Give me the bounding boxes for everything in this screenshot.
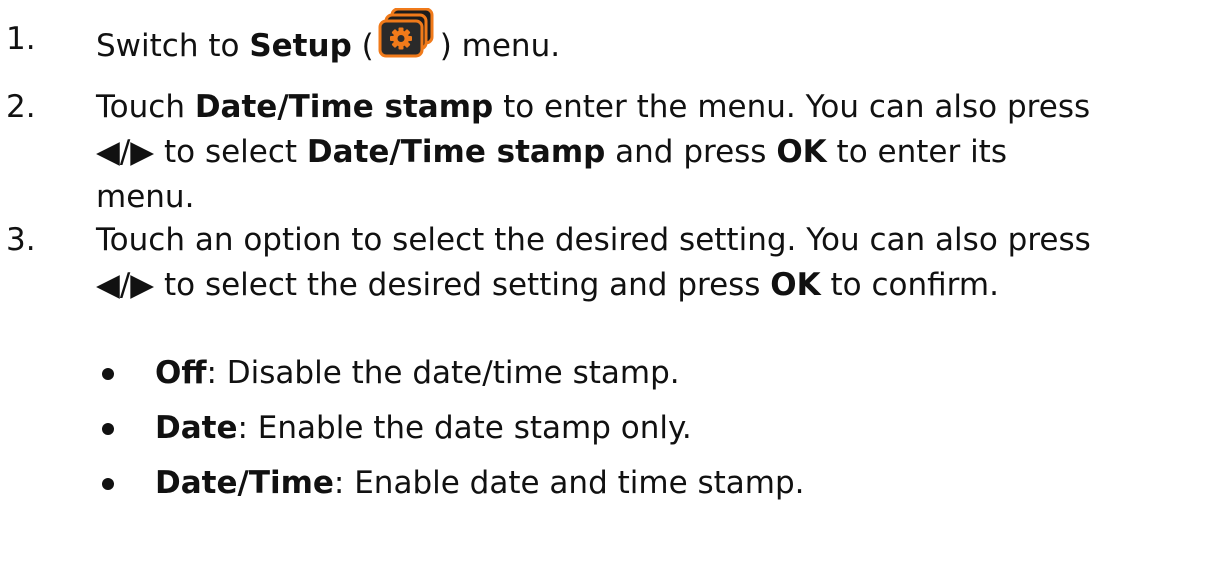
step-number: 3. [6, 222, 36, 258]
step-text-segment: ) menu. [439, 28, 561, 64]
step-text: Switch to Setup ( ) menu. [96, 7, 1221, 68]
option-text: Date/Time: Enable date and time stamp. [155, 462, 805, 504]
step-number: 2. [6, 89, 36, 125]
setup-gear-icon [378, 7, 436, 58]
step-text-segment: Touch an option to select the desired se… [96, 222, 1091, 258]
bullet-icon [102, 368, 114, 380]
option-description: : Enable the date stamp only. [237, 410, 692, 446]
step-line: Touch Date/Time stamp to enter the menu.… [96, 86, 1221, 128]
option-name: Date/Time [155, 465, 334, 501]
setup-menu-name: Setup [249, 28, 352, 64]
option-name: Off [155, 355, 207, 391]
list-item: Date: Enable the date stamp only. [0, 407, 1226, 453]
step-text-segment: to confirm. [820, 267, 999, 303]
step-line: menu. [96, 176, 1221, 218]
step-text: Touch Date/Time stamp to enter the menu.… [96, 86, 1221, 218]
step-line: Touch an option to select the desired se… [96, 219, 1221, 261]
step-number: 1. [6, 21, 36, 57]
option-description: : Enable date and time stamp. [333, 465, 805, 501]
bullet-icon [102, 423, 114, 435]
option-description: : Disable the date/time stamp. [206, 355, 680, 391]
left-right-arrow-icon: ◀/▶ [96, 134, 155, 170]
list-item: Date/Time: Enable date and time stamp. [0, 462, 1226, 508]
step-text-segment: ( [351, 28, 374, 64]
step-line: ◀/▶ to select Date/Time stamp and press … [96, 131, 1221, 173]
step-line: ◀/▶ to select the desired setting and pr… [96, 264, 1221, 306]
step-text-segment: and press [605, 134, 777, 170]
step-text-segment: menu. [96, 179, 195, 215]
step-text-segment: to enter its [826, 134, 1007, 170]
option-text: Off: Disable the date/time stamp. [155, 352, 680, 394]
step-text-segment: to select [154, 134, 307, 170]
ok-button-name: OK [776, 134, 827, 170]
menu-item-name: Date/Time stamp [306, 134, 606, 170]
step-text-segment: to enter the menu. You can also press [493, 89, 1091, 125]
list-item: Off: Disable the date/time stamp. [0, 352, 1226, 398]
step-text: Touch an option to select the desired se… [96, 219, 1221, 306]
ok-button-name: OK [770, 267, 821, 303]
bullet-icon [102, 478, 114, 490]
option-name: Date [155, 410, 238, 446]
step-text-segment: to select the desired setting and press [154, 267, 771, 303]
left-right-arrow-icon: ◀/▶ [96, 267, 155, 303]
option-text: Date: Enable the date stamp only. [155, 407, 692, 449]
step-text-segment: Touch [96, 89, 195, 125]
step-text-segment: Switch to [96, 28, 250, 64]
menu-item-name: Date/Time stamp [194, 89, 494, 125]
